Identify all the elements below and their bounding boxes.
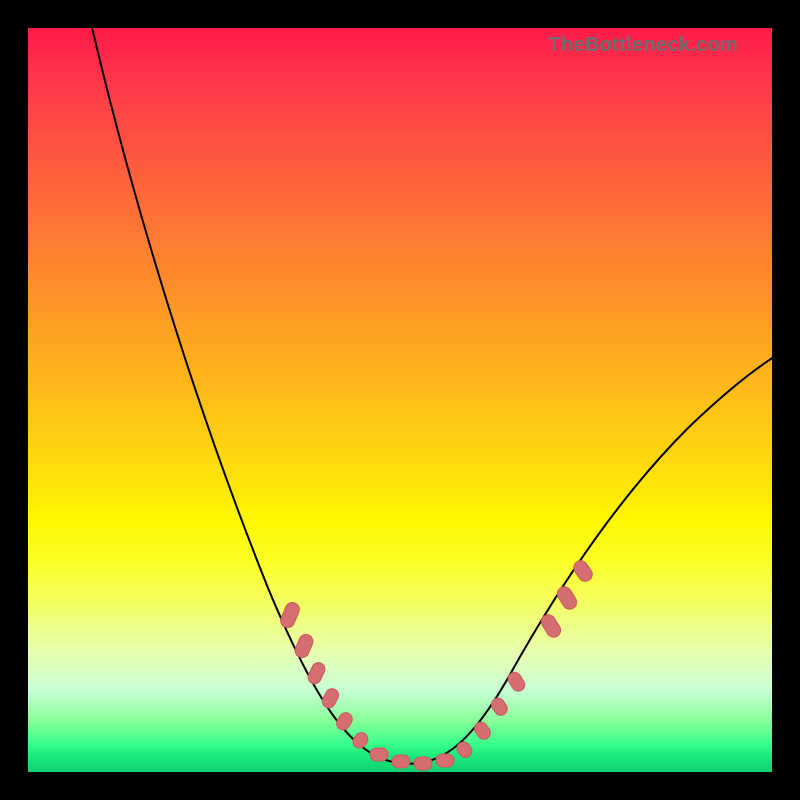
plot-area: TheBottleneck.com [28,28,772,772]
bottleneck-curve [28,28,772,772]
chart-frame: TheBottleneck.com [0,0,800,800]
beads-left [278,600,370,750]
beads-bottom [370,748,454,770]
beads-right [454,558,595,760]
watermark-text: TheBottleneck.com [548,34,738,57]
curve-path [83,28,772,764]
